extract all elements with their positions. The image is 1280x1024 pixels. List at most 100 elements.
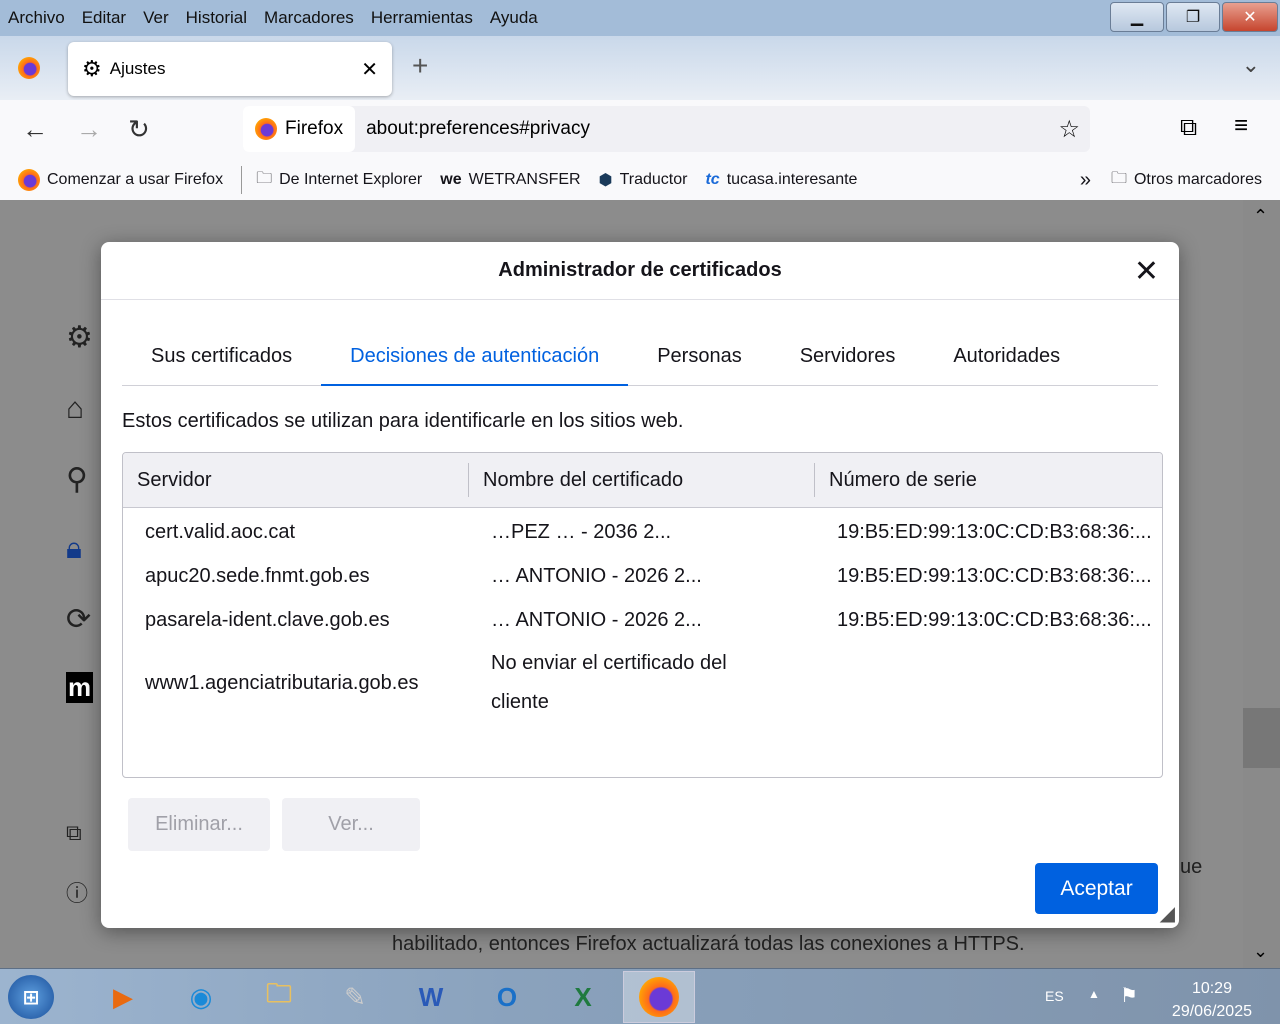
bookmark-star-icon[interactable]: ☆ [1058,115,1080,144]
notepad-icon[interactable]: ✎ [330,975,380,1019]
table-row[interactable]: www1.agenciatributaria.gob.es No enviar e… [123,642,1162,724]
sync-icon[interactable]: ⟳ [66,602,91,637]
view-button[interactable]: Ver... [282,798,420,851]
menu-hamburger-icon[interactable]: ≡ [1234,112,1248,140]
edge-icon[interactable]: ◉ [176,975,226,1019]
outlook-icon[interactable]: O [482,975,532,1019]
tab-servidores[interactable]: Servidores [771,328,925,384]
back-icon[interactable]: ← [22,114,48,145]
column-header-nombre[interactable]: Nombre del certificado [469,463,815,497]
word-icon[interactable]: W [406,975,456,1019]
url-input[interactable]: about:preferences#privacy [366,118,590,140]
tab-list-chevron-icon[interactable]: ⌄ [1242,52,1260,78]
forward-icon[interactable]: → [76,114,102,145]
background-text: habilitado, entonces Firefox actualizará… [392,933,1025,955]
more-bookmarks-chevron-icon[interactable]: » [1080,169,1091,192]
firefox-icon[interactable] [18,57,40,79]
bookmark-wetransfer[interactable]: we WETRANSFER [440,171,580,189]
menu-herramientas[interactable]: Herramientas [371,8,473,28]
url-bar[interactable]: Firefox about:preferences#privacy ☆ [243,106,1090,152]
restore-button[interactable]: ❐ [1166,2,1220,32]
close-dialog-icon[interactable]: ✕ [1134,254,1159,289]
table-row[interactable]: cert.valid.aoc.cat …PEZ … - 2036 2... 19:B… [123,510,1162,554]
table-row[interactable]: apuc20.sede.fnmt.gob.es … ANTONIO - 2026 … [123,554,1162,598]
explorer-icon[interactable]: 🗀 [254,975,304,1019]
menu-ayuda[interactable]: Ayuda [490,8,538,28]
folder-icon: 🗀 [256,169,273,187]
firefox-icon [639,977,679,1017]
excel-icon[interactable]: X [558,975,608,1019]
bookmark-internet-explorer[interactable]: 🗀 De Internet Explorer [256,167,422,194]
reload-icon[interactable]: ↻ [128,114,150,145]
cell-cert: …PEZ … - 2036 2... [491,520,672,543]
bookmark-otros[interactable]: 🗀 Otros marcadores [1111,167,1262,194]
language-indicator[interactable]: ES [1045,988,1064,1004]
certificate-manager-dialog: Administrador de certificados ✕ Sus certi… [101,242,1179,928]
cell-server: pasarela-ident.clave.gob.es [145,608,390,631]
accept-button[interactable]: Aceptar [1035,863,1158,914]
tc-icon: tc [705,171,720,188]
bookmark-comenzar[interactable]: Comenzar a usar Firefox [18,169,223,191]
menu-marcadores[interactable]: Marcadores [264,8,354,28]
bookmark-label: WETRANSFER [468,171,581,188]
resize-grip-icon[interactable]: ◢ [1160,901,1175,926]
certificates-table: Servidor Nombre del certificado Número d… [122,452,1163,778]
tab-autoridades[interactable]: Autoridades [924,328,1089,384]
help-icon[interactable]: ⓘ [66,876,88,908]
background-text-fragment: ue [1180,856,1203,878]
search-icon[interactable]: ⚲ [66,462,88,497]
menu-archivo[interactable]: Archivo [8,8,65,28]
bookmark-label: tucasa.interesante [726,171,858,188]
nav-bar: ← → ↻ Firefox about:preferences#privacy … [0,100,1280,160]
close-tab-icon[interactable]: ✕ [361,57,378,82]
bookmark-tucasa[interactable]: tc tucasa.interesante [705,171,857,189]
bookmark-traductor[interactable]: ⬢ Traductor [599,170,688,190]
menu-bar: Archivo Editar Ver Historial Marcadores … [0,0,1280,36]
delete-button[interactable]: Eliminar... [128,798,270,851]
translator-icon: ⬢ [598,172,613,189]
dialog-title: Administrador de certificados [498,259,782,281]
bookmarks-bar: Comenzar a usar Firefox 🗀 De Internet Exp… [0,160,1280,200]
identity-label: Firefox [285,118,344,139]
media-player-icon[interactable]: ▶ [98,975,148,1019]
firefox-icon [255,118,277,140]
page-scrollbar[interactable]: ⌃ ⌄ [1243,200,1280,968]
wetransfer-icon: we [440,171,462,188]
tab-personas[interactable]: Personas [628,328,771,384]
new-tab-button[interactable]: + [412,50,428,82]
home-icon[interactable]: ⌂ [66,392,84,426]
extensions-icon[interactable]: ⧉ [66,820,82,846]
bookmark-label: Otros marcadores [1133,171,1262,188]
action-center-flag-icon[interactable]: ⚑ [1120,983,1138,1008]
taskbar: ⊞ ▶ ◉ 🗀 ✎ W O X ES ▲ ⚑ 10:29 29/06/2025 [0,968,1280,1024]
tab-ajustes[interactable]: ⚙ Ajustes ✕ [68,42,392,96]
column-header-servidor[interactable]: Servidor [123,463,469,497]
cell-serial: 19:B5:ED:99:13:0C:CD:B3:68:36:... [837,520,1152,543]
show-hidden-icons[interactable]: ▲ [1088,987,1100,1001]
menu-historial[interactable]: Historial [186,8,247,28]
bookmark-label: De Internet Explorer [279,171,423,188]
lock-icon[interactable]: 🔒︎ [66,532,82,566]
mozilla-icon[interactable]: m [66,672,94,703]
close-window-button[interactable]: ✕ [1222,2,1278,32]
tab-bar: ⚙ Ajustes ✕ + ⌄ [0,36,1280,100]
table-row[interactable]: pasarela-ident.clave.gob.es … ANTONIO - 2… [123,598,1162,642]
start-button[interactable]: ⊞ [8,975,54,1019]
tab-label: Ajustes [109,59,166,78]
firefox-icon [18,169,40,191]
extensions-icon[interactable]: ⧉ [1180,114,1197,142]
bookmark-label: Traductor [619,171,688,188]
menu-editar[interactable]: Editar [82,8,126,28]
firefox-taskbar-button[interactable] [623,971,695,1023]
cell-server: www1.agenciatributaria.gob.es [145,671,419,694]
folder-icon: 🗀 [1110,169,1127,187]
identity-box[interactable]: Firefox [243,106,356,152]
column-header-serie[interactable]: Número de serie [815,463,977,497]
tab-decisiones-autenticacion[interactable]: Decisiones de autenticación [321,328,629,386]
clock[interactable]: 10:29 29/06/2025 [1172,977,1252,1023]
gear-icon[interactable]: ⚙ [66,320,93,355]
tab-sus-certificados[interactable]: Sus certificados [122,328,321,384]
minimize-button[interactable]: ▁ [1110,2,1164,32]
menu-ver[interactable]: Ver [143,8,169,28]
cell-cert: … ANTONIO - 2026 2... [491,564,702,587]
